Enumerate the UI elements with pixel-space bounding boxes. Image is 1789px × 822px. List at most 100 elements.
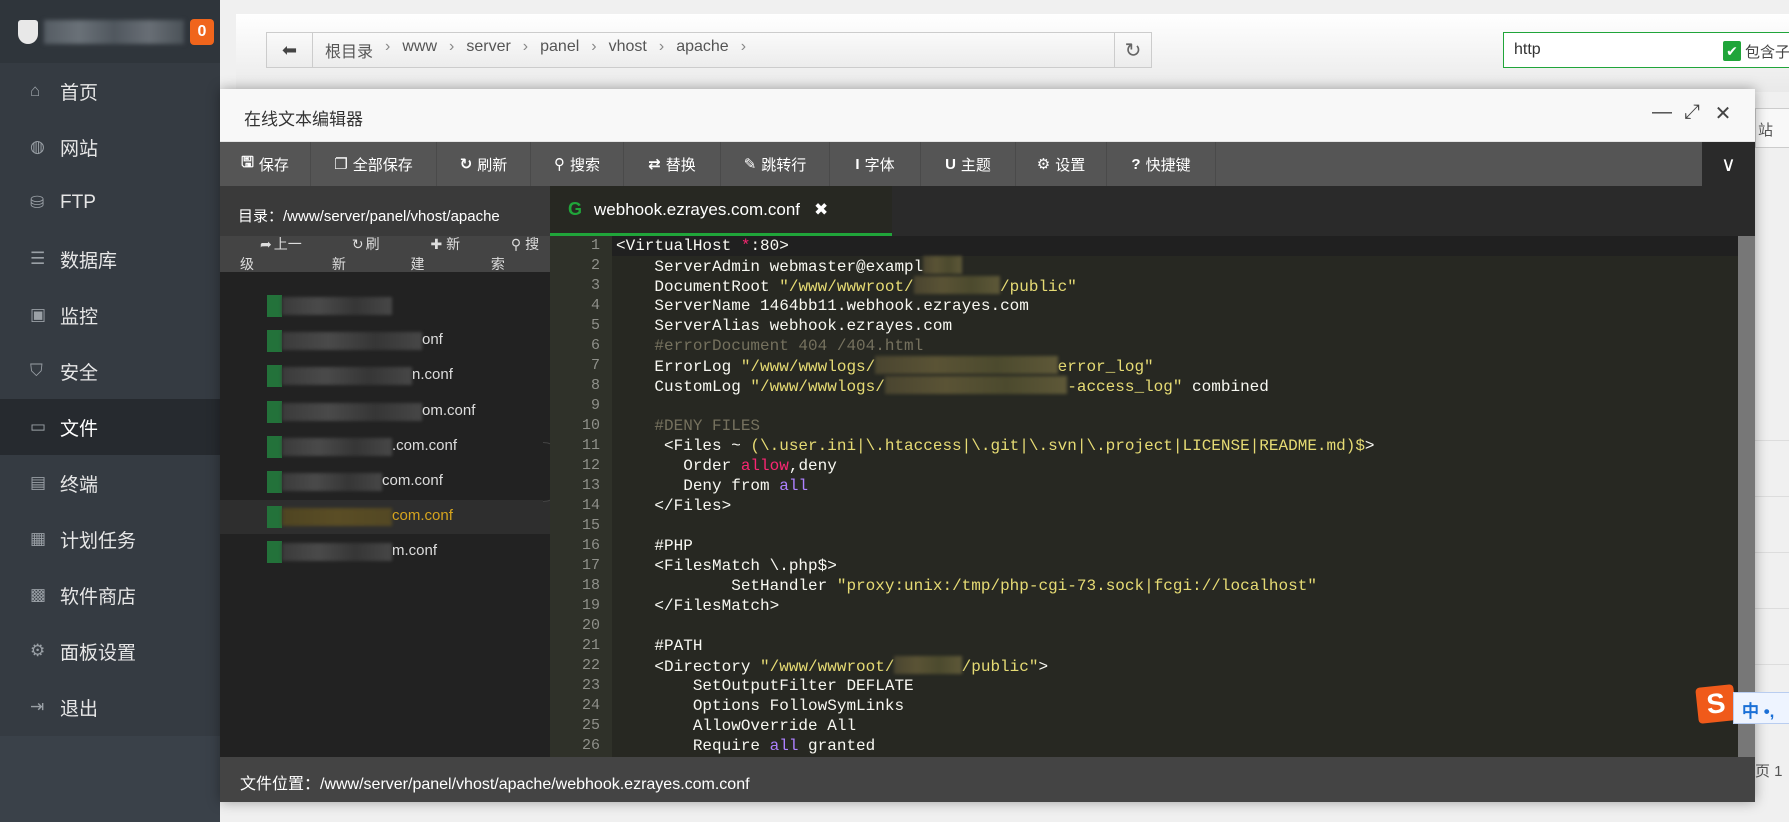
chevron-right-icon: ›	[658, 38, 665, 55]
code-line: SetHandler "proxy:unix:/tmp/php-cgi-73.s…	[616, 576, 1317, 596]
breadcrumb-segments: 根目录 › www › server › panel › vhost › apache ›	[313, 38, 746, 62]
toolbar-button-0[interactable]: 🖫 保存	[220, 142, 311, 186]
refresh-icon[interactable]: ↻	[1114, 33, 1151, 67]
line-number: 10	[581, 417, 600, 434]
breadcrumb-item[interactable]: apache	[676, 38, 729, 62]
editor-titlebar[interactable]: 在线文本编辑器 — ⤢ ✕	[220, 89, 1755, 142]
toolbar-button-3[interactable]: ⚲ 搜索	[531, 142, 624, 186]
ime-mode[interactable]: 中 •,	[1733, 692, 1789, 724]
file-tree-panel: 目录：/www/server/panel/vhost/apache ➦ 上一级 ↻…	[220, 186, 550, 757]
database-icon: ☰	[30, 249, 46, 268]
line-number: 9	[590, 397, 600, 414]
code-editor[interactable]: 1 2 3 4 5 6 7 8 9 10 11 12 13 14 15 16 17 18 19 20 21 22 23 24 2…	[550, 236, 1738, 757]
file-item[interactable]: com.conf	[220, 500, 550, 535]
maximize-icon[interactable]: ⤢	[1679, 101, 1705, 124]
notification-badge[interactable]: 0	[190, 19, 214, 45]
file-name-visible: .com.conf	[392, 436, 458, 454]
sidebar-item-7[interactable]: ▤ 终端	[0, 455, 220, 511]
toolbar-button-6[interactable]: I 字体	[830, 142, 921, 186]
file-item[interactable]: onf	[220, 324, 550, 358]
minimize-icon[interactable]: —	[1649, 101, 1675, 124]
code-line: Require all granted	[616, 736, 875, 756]
chevron-down-icon[interactable]: ∨	[1702, 142, 1755, 186]
ime-toolbar[interactable]: S 中 •,	[1695, 684, 1789, 724]
sidebar-item-0[interactable]: ⌂ 首页	[0, 63, 220, 119]
line-number: 2	[590, 257, 600, 274]
folder-icon: ▭	[30, 417, 47, 436]
toolbar-button-1[interactable]: ❐ 全部保存	[311, 142, 437, 186]
code-token: "/www/wwwlogs/	[750, 378, 885, 396]
logout-icon: ⇥	[30, 697, 45, 716]
parent-dir-button[interactable]: ➦ 上一级	[240, 234, 312, 274]
sidebar-item-3[interactable]: ☰ 数据库	[0, 231, 220, 287]
globe-icon: ◍	[30, 137, 45, 156]
divider	[1755, 440, 1789, 441]
code-token: all	[779, 477, 809, 495]
breadcrumb-item[interactable]: www	[402, 38, 437, 62]
file-name-visible: om.conf	[422, 401, 476, 419]
sidebar-item-4[interactable]: ▣ 监控	[0, 287, 220, 343]
file-search-input[interactable]: http ✔ 包含子	[1503, 32, 1789, 68]
file-item[interactable]: om.conf	[220, 395, 550, 429]
sidebar-item-1[interactable]: ◍ 网站	[0, 119, 220, 175]
sidebar-item-11[interactable]: ⇥ 退出	[0, 679, 220, 735]
breadcrumb-item[interactable]: vhost	[609, 38, 647, 62]
chevron-right-icon: ›	[740, 38, 747, 55]
sidebar-item-2[interactable]: ⛁ FTP	[0, 175, 220, 231]
file-item[interactable]: n.conf	[220, 359, 550, 393]
breadcrumb-item[interactable]: panel	[540, 38, 579, 62]
toolbar-label: 跳转行	[761, 156, 807, 174]
code-line: <Directory "/www/wwwroot/ /public">	[616, 656, 1048, 677]
code-token: #PATH	[616, 637, 703, 655]
code-token: "proxy:unix:/tmp/php-cgi-73.sock|fcgi://…	[836, 577, 1317, 595]
monitor-icon: ▣	[30, 305, 47, 324]
breadcrumb-item[interactable]: 根目录	[325, 38, 373, 62]
sidebar-item-8[interactable]: ▦ 计划任务	[0, 511, 220, 567]
toolbar-button-2[interactable]: ↻ 刷新	[437, 142, 531, 186]
sidebar-menu: ⌂ 首页 ◍ 网站 ⛁ FTP ☰ 数据库 ▣ 监控 ⛉ 安全 ▭ 文件 ▤ 终端 ▦ 计划任务 ▩ 软件商店 ⚙ 面板设…	[0, 63, 220, 736]
toolbar-button-7[interactable]: U 主题	[921, 142, 1016, 186]
code-token: ,deny	[788, 457, 837, 475]
file-item[interactable]: m.conf	[220, 535, 550, 569]
toolbar-label: 保存	[258, 156, 289, 174]
sidebar-item-label: 软件商店	[60, 586, 137, 608]
code-token: <Files ~	[616, 437, 751, 455]
sidebar-item-10[interactable]: ⚙ 面板设置	[0, 623, 220, 679]
tab-active-file[interactable]: G webhook.ezrayes.com.conf ✖	[550, 186, 892, 236]
redacted-text	[875, 356, 1058, 374]
sidebar-item-6[interactable]: ▭ 文件	[0, 399, 220, 455]
toolbar-button-9[interactable]: ? 快捷键	[1107, 142, 1216, 186]
toolbar-label: 设置	[1055, 156, 1086, 174]
file-item[interactable]: com.conf	[220, 465, 550, 499]
sidebar-item-9[interactable]: ▩ 软件商店	[0, 567, 220, 623]
redacted-text	[894, 656, 962, 674]
code-token: #errorDocument 404 /404.html	[616, 337, 924, 355]
code-token: :80>	[750, 237, 789, 255]
search-dir-button[interactable]: ⚲ 搜索	[491, 234, 550, 274]
redacted-text	[913, 276, 1001, 294]
new-file-button[interactable]: ✚ 新建	[410, 234, 470, 274]
file-name-visible: com.conf	[392, 507, 453, 525]
vertical-scrollbar[interactable]	[1738, 236, 1755, 757]
pager[interactable]: 页 1	[1755, 760, 1783, 781]
breadcrumb-item[interactable]: server	[466, 38, 510, 62]
toolbar-button-8[interactable]: ⚙ 设置	[1016, 142, 1107, 186]
sidebar-item-5[interactable]: ⛉ 安全	[0, 343, 220, 399]
back-arrow-icon[interactable]: ⬅	[267, 33, 313, 67]
help-icon: ?	[1131, 155, 1141, 173]
file-item[interactable]: .com.conf	[220, 430, 550, 464]
include-subdir-checkbox[interactable]: ✔	[1723, 41, 1741, 61]
file-item[interactable]	[220, 289, 550, 323]
close-tab-icon[interactable]: ✖	[814, 200, 828, 220]
sidebar: 0 ⌂ 首页 ◍ 网站 ⛁ FTP ☰ 数据库 ▣ 监控 ⛉ 安全 ▭ 文件 ▤ 终端 ▦ 计划任务 ▩ 软件商店 ⚙ 面…	[0, 0, 220, 822]
code-line: <VirtualHost *:80>	[612, 236, 1738, 256]
add-site-button[interactable]: 站	[1755, 108, 1789, 148]
close-icon[interactable]: ✕	[1710, 101, 1736, 126]
file-icon	[267, 365, 282, 388]
toolbar-button-4[interactable]: ⇄ 替换	[624, 142, 721, 186]
code-token: Require	[616, 737, 770, 755]
code-line: AllowOverride All	[616, 716, 856, 736]
refresh-dir-button[interactable]: ↻ 刷新	[332, 234, 391, 274]
calendar-icon: ▦	[30, 529, 47, 548]
toolbar-button-5[interactable]: ✎ 跳转行	[721, 142, 830, 186]
